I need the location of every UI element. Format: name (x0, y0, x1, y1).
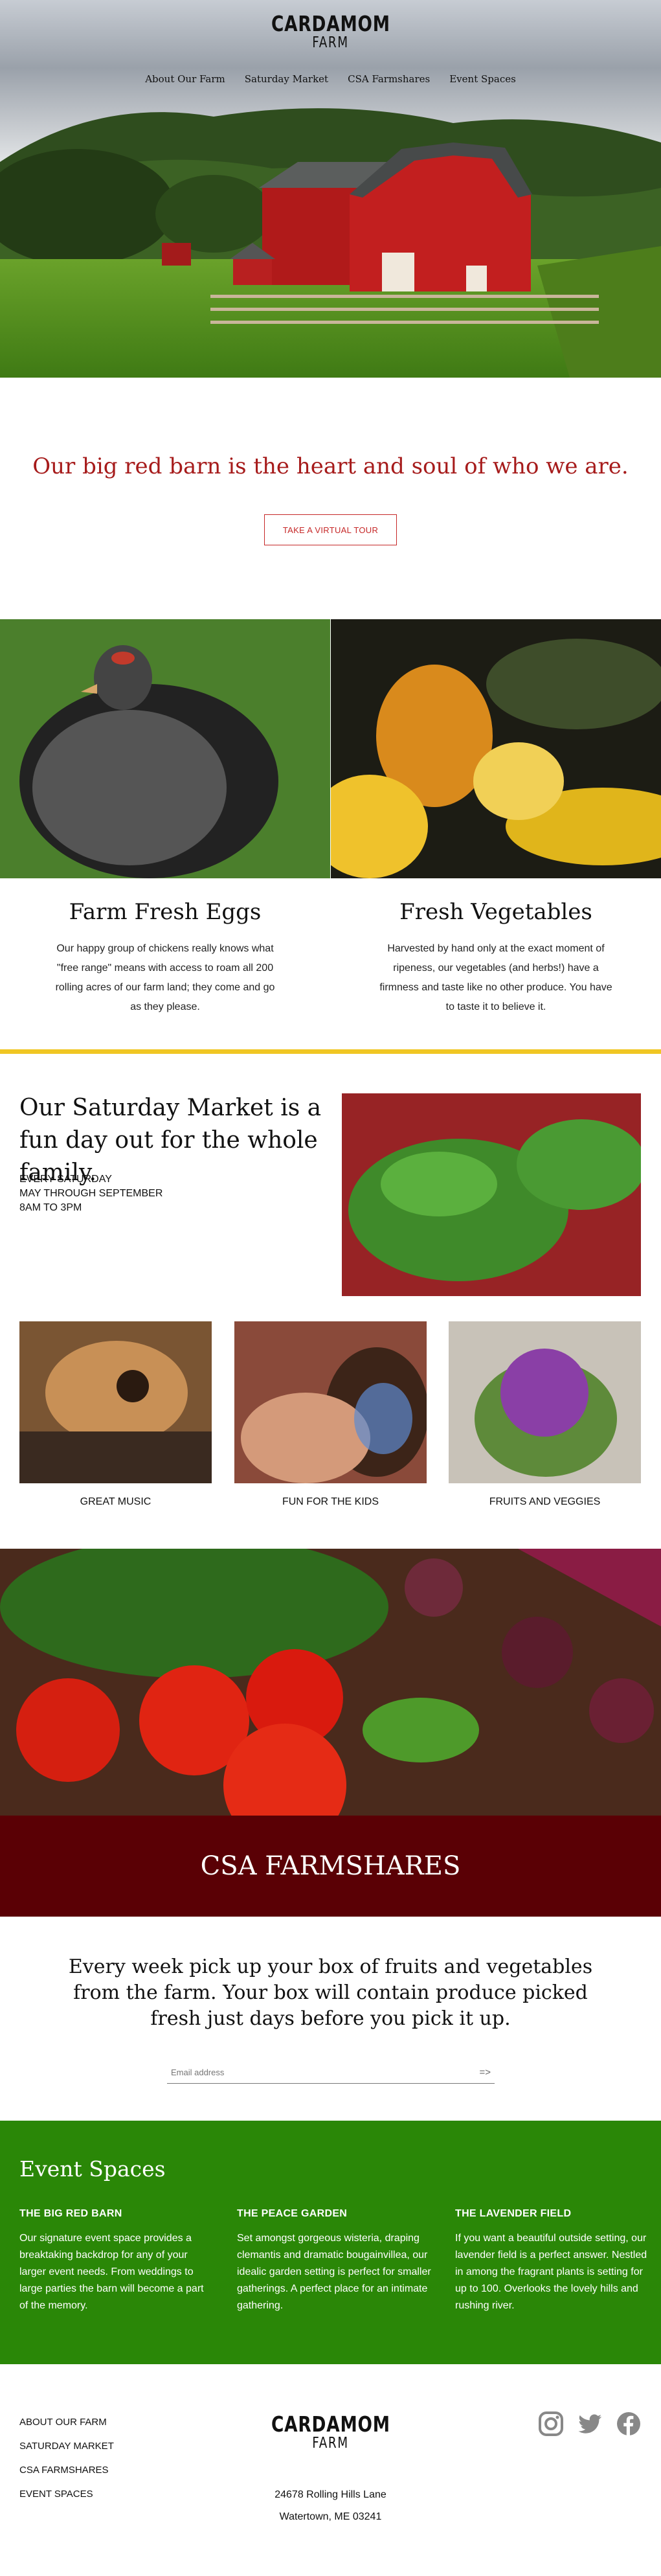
nav-events[interactable]: Event Spaces (449, 73, 516, 85)
email-signup-field: => (167, 2062, 495, 2084)
feature-eggs-title: Farm Fresh Eggs (69, 899, 262, 925)
virtual-tour-button[interactable]: TAKE A VIRTUAL TOUR (264, 514, 397, 545)
event-title: THE LAVENDER FIELD (455, 2208, 572, 2219)
facebook-icon[interactable] (616, 2411, 642, 2437)
market-schedule: EVERY SATURDAY MAY THROUGH SEPTEMBER 8AM… (19, 1172, 162, 1215)
logo-line1: CARDAMOM (271, 2411, 390, 2437)
logo-line1: CARDAMOM (271, 11, 390, 36)
caption-kids: FUN FOR THE KIDS (282, 1496, 379, 1507)
feature-eggs-text: Our happy group of chickens really knows… (55, 943, 275, 1012)
intro-tagline: Our big red barn is the heart and soul o… (32, 453, 629, 479)
caption-fruits: FRUITS AND VEGGIES (489, 1496, 601, 1507)
address-city: Watertown, ME 03241 (279, 2511, 382, 2522)
event-lavender-field: THE LAVENDER FIELD If you want a beautif… (455, 2208, 649, 2314)
event-spaces-section: Event Spaces THE BIG RED BARN Our signat… (0, 2121, 661, 2364)
email-submit-button[interactable]: => (479, 2067, 491, 2078)
schedule-months: MAY THROUGH SEPTEMBER (19, 1188, 163, 1199)
nav-csa[interactable]: CSA Farmshares (348, 73, 430, 85)
instagram-icon[interactable] (538, 2411, 564, 2437)
schedule-day: EVERY SATURDAY (19, 1174, 112, 1185)
event-title: THE BIG RED BARN (19, 2208, 122, 2219)
feature-veg-text: Harvested by hand only at the exact mome… (379, 943, 612, 1012)
site-logo[interactable]: CARDAMOM FARM (0, 13, 661, 51)
barn-landscape-image (0, 108, 661, 378)
site-footer: ABOUT OUR FARM SATURDAY MARKET CSA FARMS… (0, 2364, 661, 2576)
main-nav: About Our Farm Saturday Market CSA Farms… (0, 73, 661, 85)
event-text: Set amongst gorgeous wisteria, draping c… (237, 2233, 431, 2311)
nav-about[interactable]: About Our Farm (145, 73, 225, 85)
event-title: THE PEACE GARDEN (237, 2208, 348, 2219)
event-text: If you want a beautiful outside setting,… (455, 2233, 647, 2311)
csa-banner: CSA FARMSHARES (0, 1816, 661, 1917)
hero-section: CARDAMOM FARM About Our Farm Saturday Ma… (0, 0, 661, 378)
event-peace-garden: THE PEACE GARDEN Set amongst gorgeous wi… (237, 2208, 431, 2314)
twitter-icon[interactable] (577, 2411, 603, 2437)
email-input[interactable] (171, 2068, 430, 2077)
logo-line2: FARM (312, 2435, 349, 2452)
footer-address: 24678 Rolling Hills Lane Watertown, ME 0… (0, 2484, 661, 2528)
face-paint-image (234, 1321, 427, 1483)
caption-music: GREAT MUSIC (80, 1496, 151, 1507)
feature-veg-title: Fresh Vegetables (399, 899, 592, 925)
tomatoes-beets-image (0, 1549, 661, 1816)
event-text: Our signature event space provides a bre… (19, 2233, 204, 2311)
nav-market[interactable]: Saturday Market (245, 73, 328, 85)
csa-description: Every week pick up your box of fruits an… (68, 1955, 593, 2030)
cauliflower-image (449, 1321, 641, 1483)
address-street: 24678 Rolling Hills Lane (274, 2489, 387, 2500)
events-title: Event Spaces (19, 2156, 166, 2182)
guitar-image (19, 1321, 212, 1483)
gold-divider (0, 1049, 661, 1054)
squash-image (331, 619, 661, 878)
event-big-red-barn: THE BIG RED BARN Our signature event spa… (19, 2208, 214, 2314)
schedule-hours: 8AM TO 3PM (19, 1202, 82, 1213)
green-beans-image (342, 1093, 641, 1296)
logo-line2: FARM (312, 34, 349, 51)
footer-link-csa[interactable]: CSA FARMSHARES (19, 2458, 114, 2482)
chicken-image (0, 619, 330, 878)
social-links (538, 2411, 642, 2437)
